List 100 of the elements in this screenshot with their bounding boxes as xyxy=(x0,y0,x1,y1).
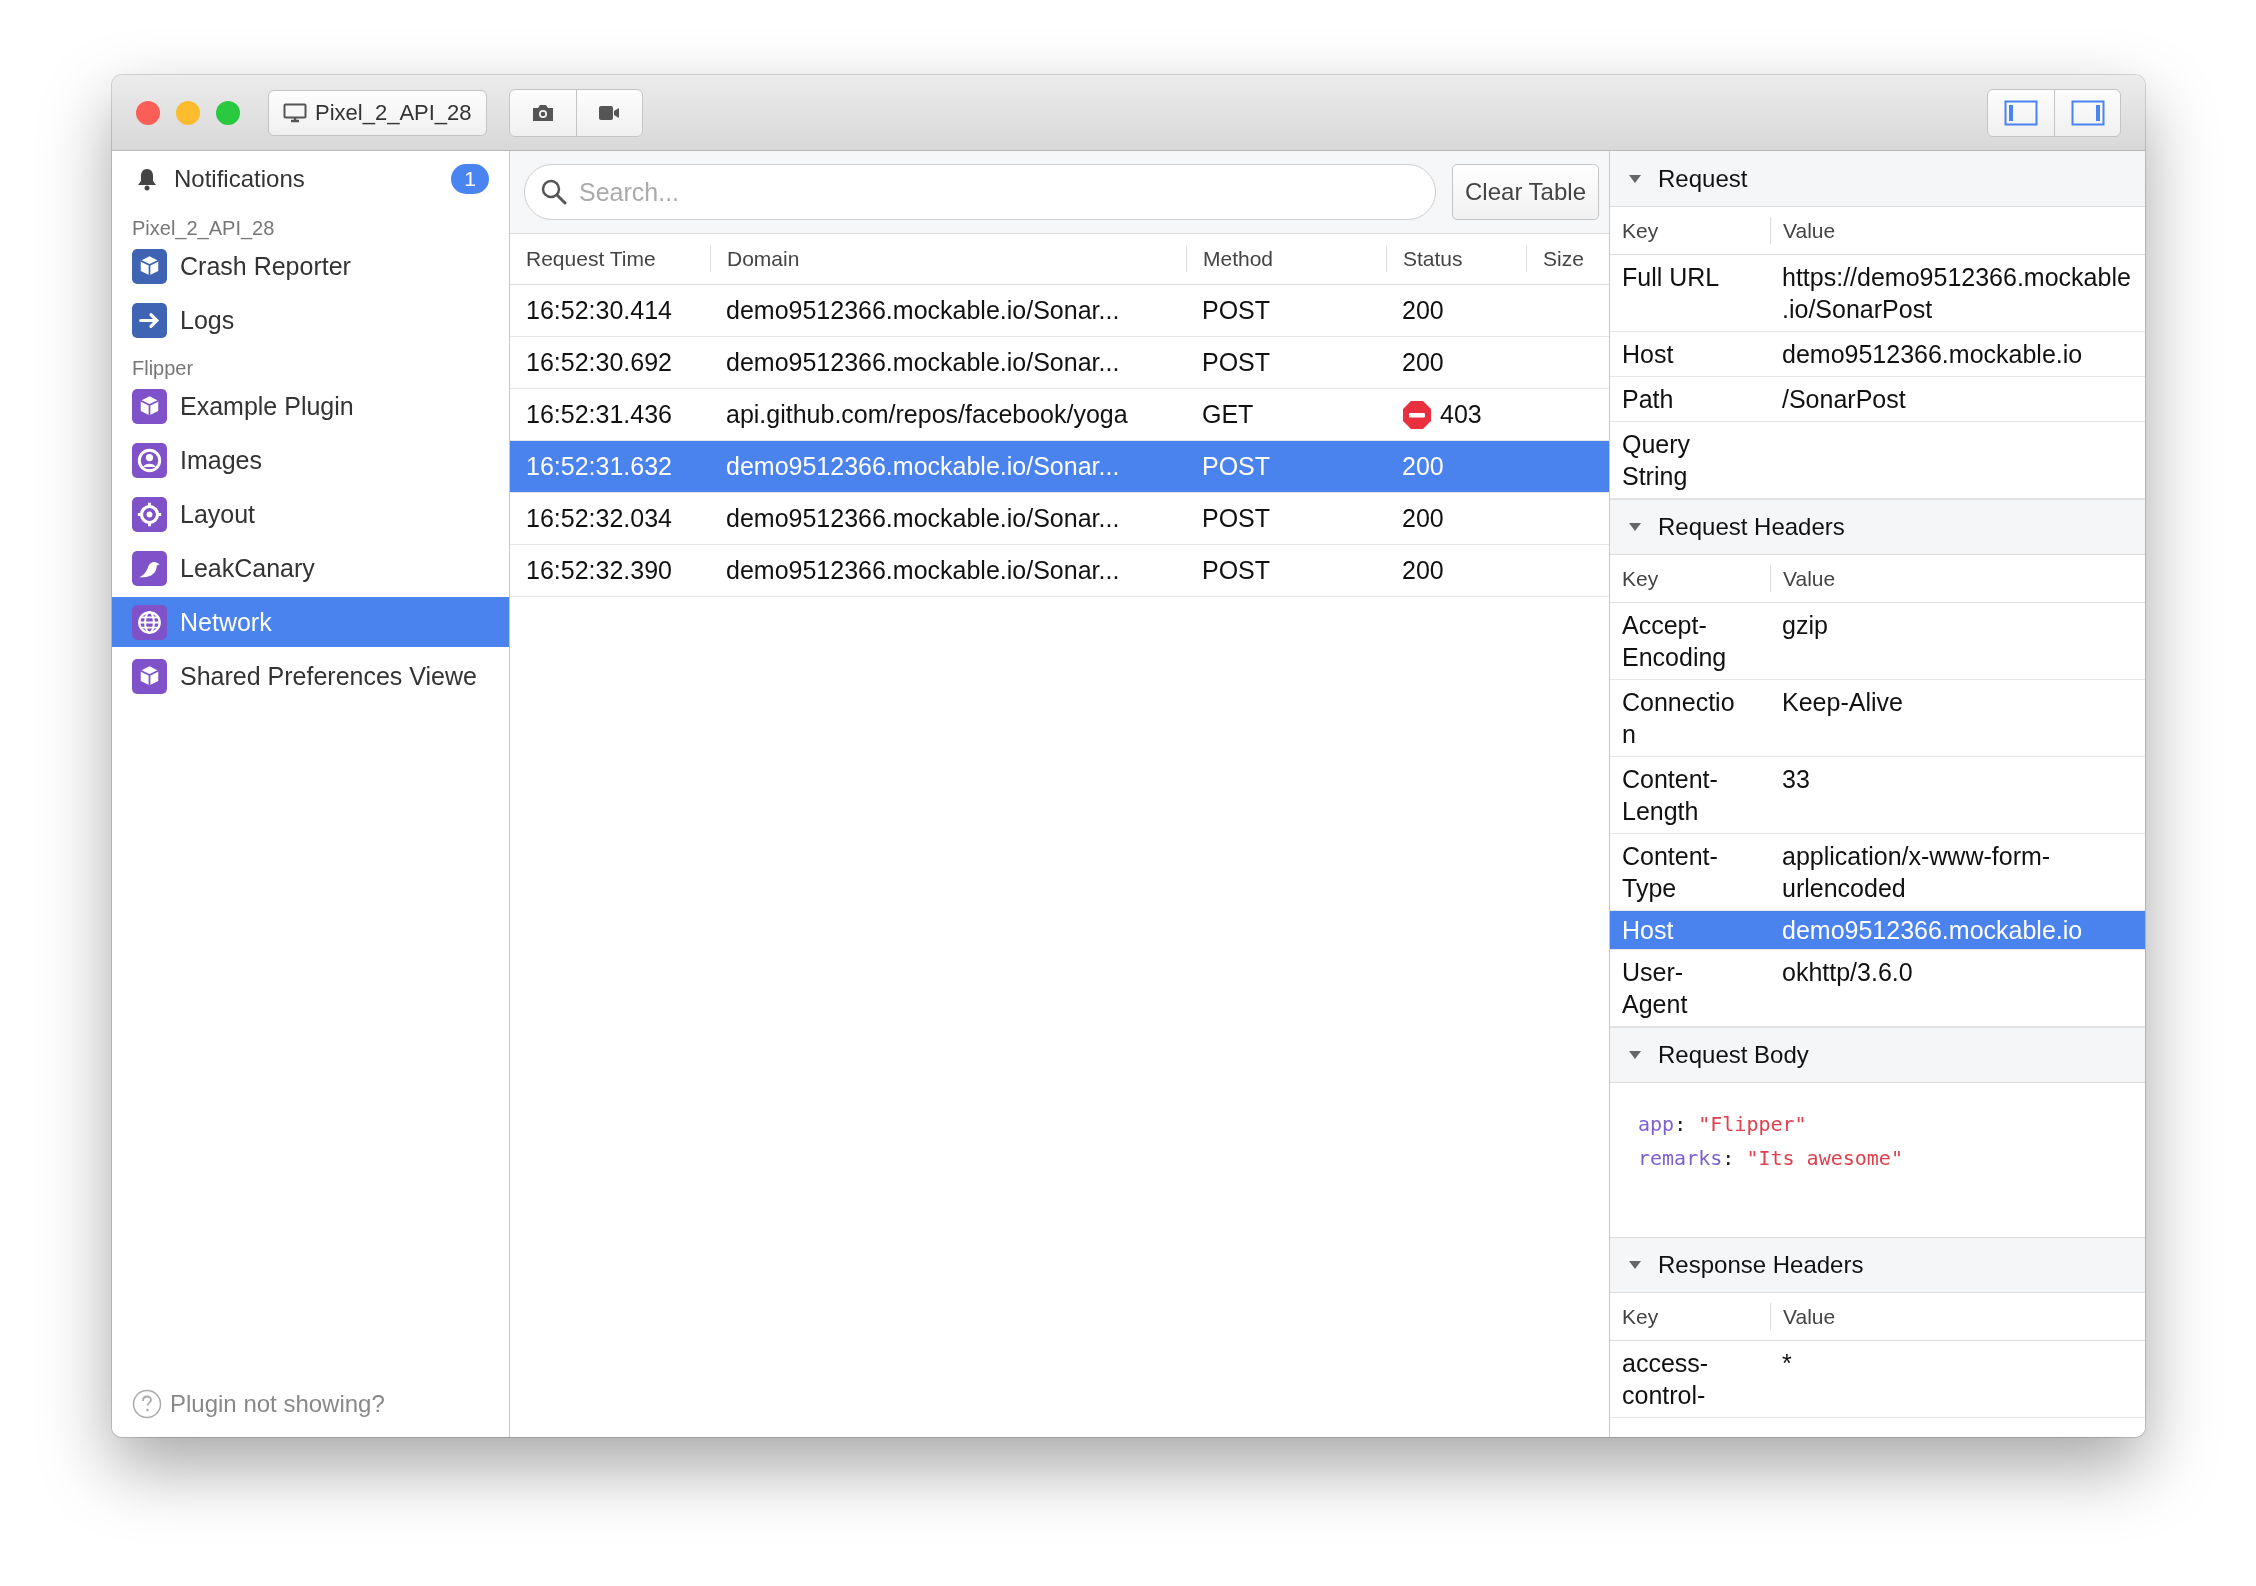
column-header[interactable]: Key xyxy=(1610,207,1770,254)
table-cell-text: demo9512366.mockable.io/Sonar... xyxy=(725,348,1121,377)
right-panel-icon xyxy=(2070,99,2105,126)
column-header[interactable]: Value xyxy=(1770,565,2145,592)
key-cell-text: Query String xyxy=(1621,429,1692,492)
section-title: Request xyxy=(1658,164,1748,193)
table-cell-text: 16:52:32.034 xyxy=(525,504,673,533)
sidebar-item[interactable]: Images xyxy=(112,433,509,487)
table-cell-text: demo9512366.mockable.io/Sonar... xyxy=(725,452,1121,481)
column-header[interactable]: Status xyxy=(1386,246,1526,272)
search-field[interactable]: Search... xyxy=(524,164,1437,220)
table-cell-text: 16:52:31.436 xyxy=(525,400,673,429)
clear-table-button[interactable]: Clear Table xyxy=(1452,164,1599,220)
key-cell-text: Host xyxy=(1621,339,1675,370)
question-icon xyxy=(132,1389,162,1419)
key-value-row[interactable]: Connection Keep-Alive xyxy=(1610,680,2145,757)
table-cell-text: POST xyxy=(1201,504,1272,533)
value-cell-text: https://demo9512366.mockable.io/SonarPost xyxy=(1781,262,2132,325)
sidebar-item[interactable]: Network xyxy=(112,597,509,647)
key-value-row[interactable]: Full URL https://demo9512366.mockable.io/SonarPost xyxy=(1610,255,2145,332)
value-cell-text: okhttp/3.6.0 xyxy=(1781,957,1914,988)
request-row[interactable]: 16:52:30.692 demo9512366.mockable.io/Sonar... POST 200 xyxy=(510,337,1609,389)
status-text: 403 xyxy=(1440,400,1482,429)
value-cell-text: demo9512366.mockable.io xyxy=(1781,915,2084,946)
sidebar-item[interactable]: Shared Preferences Viewe xyxy=(112,649,509,703)
key-value-row[interactable]: Content-Length 33 xyxy=(1610,757,2145,834)
column-header[interactable]: Value xyxy=(1770,1303,2145,1330)
notifications-item[interactable]: Notifications 1 xyxy=(112,151,509,207)
column-header[interactable]: Method xyxy=(1186,246,1386,272)
value-cell-text: * xyxy=(1781,1348,1793,1379)
status-text: 200 xyxy=(1402,348,1444,377)
table-cell-text: 16:52:30.414 xyxy=(525,296,673,325)
table-cell-text: POST xyxy=(1201,556,1272,585)
sidebar-item[interactable]: Logs xyxy=(112,293,509,347)
key-cell-text: Connection xyxy=(1621,687,1736,750)
status-text: 200 xyxy=(1402,504,1444,533)
table-cell-text: 16:52:31.632 xyxy=(525,452,673,481)
table-cell-text: POST xyxy=(1201,452,1272,481)
video-camera-icon xyxy=(597,103,622,122)
disclosure-triangle-icon[interactable] xyxy=(1628,1050,1642,1060)
value-cell-text: /SonarPost xyxy=(1781,384,1907,415)
group-title: Flipper xyxy=(131,356,195,379)
key-value-row[interactable]: Host demo9512366.mockable.io xyxy=(1610,332,2145,377)
table-cell-text: GET xyxy=(1201,400,1255,429)
column-header[interactable]: Domain xyxy=(710,246,1186,272)
disclosure-triangle-icon[interactable] xyxy=(1628,522,1642,532)
key-cell-text: User-Agent xyxy=(1621,957,1689,1020)
sidebar-item[interactable]: LeakCanary xyxy=(112,541,509,595)
table-cell-text: demo9512366.mockable.io/Sonar... xyxy=(725,296,1121,325)
key-value-row[interactable]: Path /SonarPost xyxy=(1610,377,2145,422)
key-cell-text: Accept-Encoding xyxy=(1621,610,1728,673)
request-row[interactable]: 16:52:31.632 demo9512366.mockable.io/Sonar... POST 200 xyxy=(510,441,1609,493)
value-cell-text: demo9512366.mockable.io xyxy=(1781,339,2084,370)
section-header[interactable]: Request xyxy=(1610,151,2145,207)
count-badge: 1 xyxy=(451,164,489,194)
status-text: 200 xyxy=(1402,556,1444,585)
column-header[interactable]: Request Time xyxy=(510,246,710,272)
table-cell-text: api.github.com/repos/facebook/yoga xyxy=(725,400,1129,429)
section-title: Response Headers xyxy=(1658,1251,1864,1279)
sidebar-item[interactable]: Crash Reporter xyxy=(112,239,509,293)
request-row[interactable]: 16:52:32.390 demo9512366.mockable.io/Sonar... POST 200 xyxy=(510,545,1609,597)
disclosure-triangle-icon[interactable] xyxy=(1628,1260,1642,1270)
key-cell-text: Path xyxy=(1621,384,1675,415)
value-cell-text: 33 xyxy=(1781,764,1811,795)
camera-icon xyxy=(530,102,555,123)
key-value-row[interactable]: access-control- * xyxy=(1610,1341,2145,1418)
key-value-row[interactable]: Accept-Encoding gzip xyxy=(1610,603,2145,680)
group-title: Pixel_2_API_28 xyxy=(131,216,276,239)
key-cell-text: Full URL xyxy=(1621,262,1721,293)
key-cell-text: access-control- xyxy=(1621,1348,1710,1411)
code-line: remarks: "Its awesome" xyxy=(1638,1146,1903,1170)
bell-icon xyxy=(136,167,158,191)
table-cell-text: demo9512366.mockable.io/Sonar... xyxy=(725,504,1121,533)
key-cell-text: Host xyxy=(1621,915,1675,946)
left-panel-icon xyxy=(2004,99,2038,126)
value-cell-text: gzip xyxy=(1781,610,1829,641)
disclosure-triangle-icon[interactable] xyxy=(1628,173,1642,184)
section-title: Request Body xyxy=(1658,1041,1809,1069)
device-button[interactable]: Pixel_2_API_28 xyxy=(268,89,487,136)
key-value-row[interactable]: Host demo9512366.mockable.io xyxy=(1610,911,2145,950)
help-link[interactable]: Plugin not showing? xyxy=(112,1389,509,1437)
table-cell-text: 16:52:32.390 xyxy=(525,556,673,585)
monitor-icon xyxy=(283,102,307,123)
status-text: 200 xyxy=(1402,452,1444,481)
help-text[interactable]: Plugin not showing? xyxy=(170,1390,385,1418)
table-cell-text: 16:52:30.692 xyxy=(525,348,673,377)
section-header[interactable]: Request Headers xyxy=(1610,499,2145,555)
request-row[interactable]: 16:52:32.034 demo9512366.mockable.io/Sonar... POST 200 xyxy=(510,493,1609,545)
column-header[interactable]: Size xyxy=(1526,246,1609,272)
column-header[interactable]: Key xyxy=(1610,1293,1770,1340)
table-cell-text: POST xyxy=(1201,348,1272,377)
table-cell-text: demo9512366.mockable.io/Sonar... xyxy=(725,556,1121,585)
column-header[interactable]: Value xyxy=(1770,217,2145,244)
sidebar-item[interactable]: Layout xyxy=(112,487,509,541)
section-header[interactable]: Request Body xyxy=(1610,1027,2145,1083)
sidebar-item[interactable]: Example Plugin xyxy=(112,379,509,433)
value-cell-text: Keep-Alive xyxy=(1781,687,1904,718)
request-row[interactable]: 16:52:30.414 demo9512366.mockable.io/Sonar... POST 200 xyxy=(510,285,1609,337)
column-header[interactable]: Key xyxy=(1610,555,1770,602)
section-header[interactable]: Response Headers xyxy=(1610,1237,2145,1293)
